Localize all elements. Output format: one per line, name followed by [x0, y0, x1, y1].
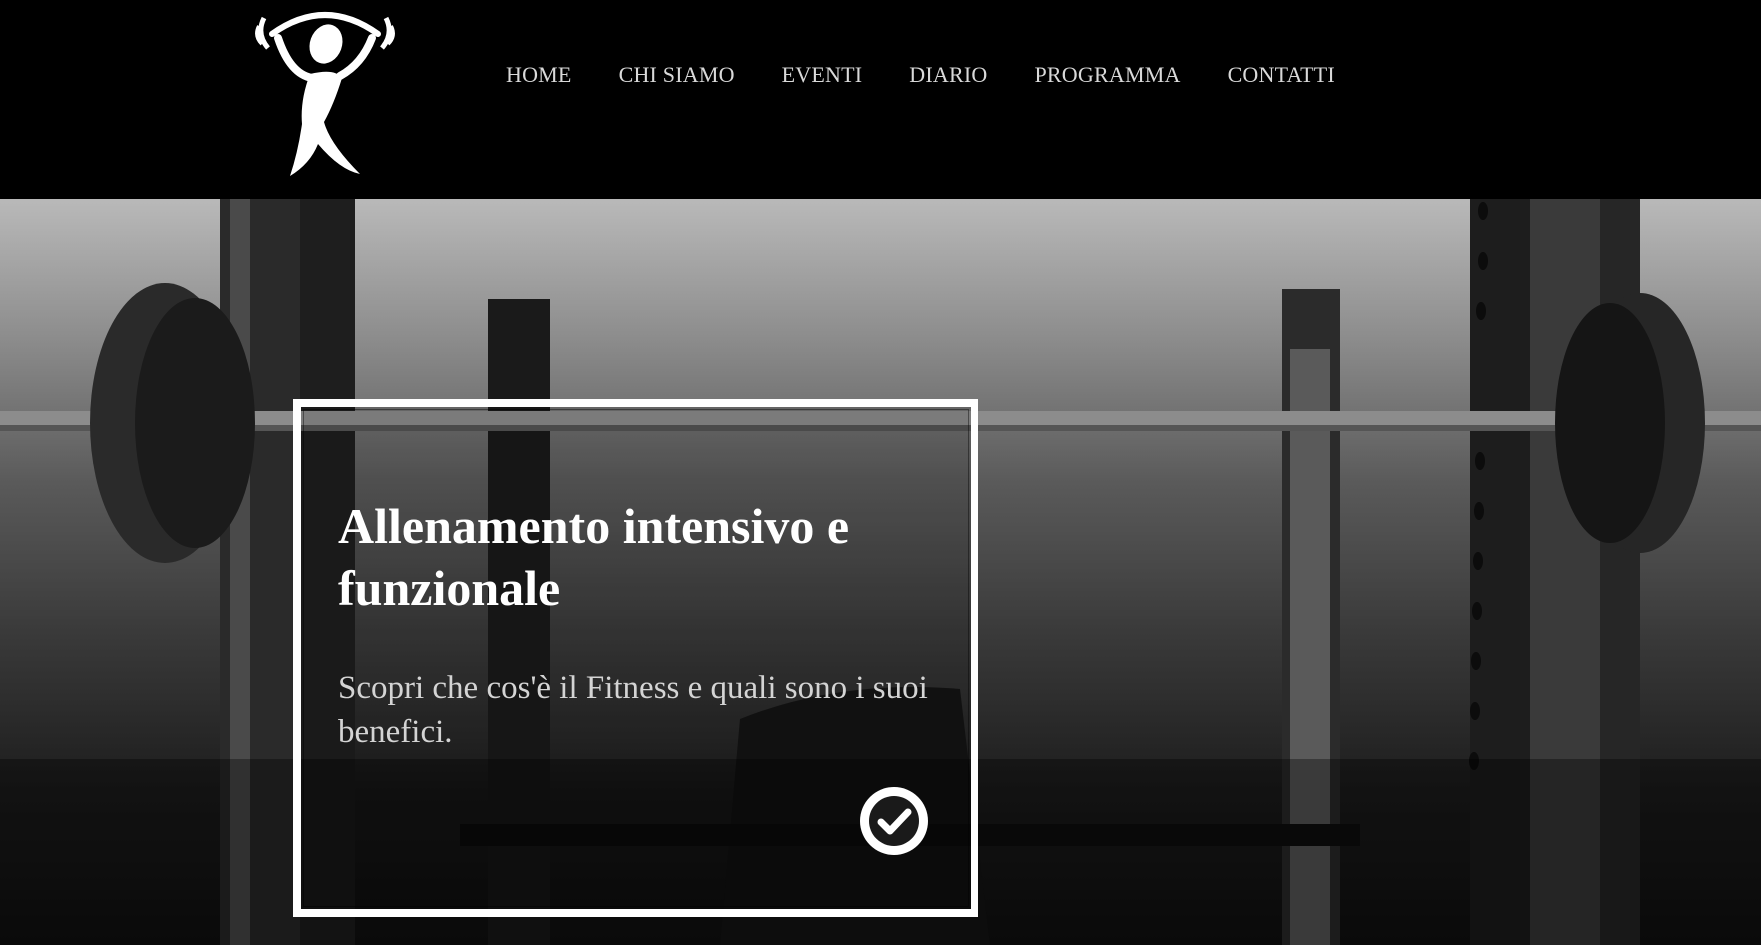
nav-contatti[interactable]: CONTATTI — [1228, 62, 1335, 88]
hero-section: Allenamento intensivo e funzionale Scopr… — [0, 199, 1761, 945]
hero-description: Scopri che cos'è il Fitness e quali sono… — [338, 670, 928, 750]
nav-chi-siamo[interactable]: CHI SIAMO — [619, 62, 735, 88]
nav-eventi[interactable]: EVENTI — [782, 62, 863, 88]
hero-card: Allenamento intensivo e funzionale Scopr… — [293, 399, 978, 917]
nav-programma[interactable]: PROGRAMMA — [1035, 62, 1181, 88]
main-nav: HOME CHI SIAMO EVENTI DIARIO PROGRAMMA C… — [506, 62, 1335, 88]
hero-title: Allenamento intensivo e funzionale — [338, 498, 850, 616]
nav-home[interactable]: HOME — [506, 62, 572, 88]
weightlifter-logo-icon[interactable] — [250, 4, 400, 184]
check-circle-icon[interactable] — [858, 785, 930, 857]
nav-diario[interactable]: DIARIO — [909, 62, 987, 88]
site-header: HOME CHI SIAMO EVENTI DIARIO PROGRAMMA C… — [0, 0, 1761, 199]
